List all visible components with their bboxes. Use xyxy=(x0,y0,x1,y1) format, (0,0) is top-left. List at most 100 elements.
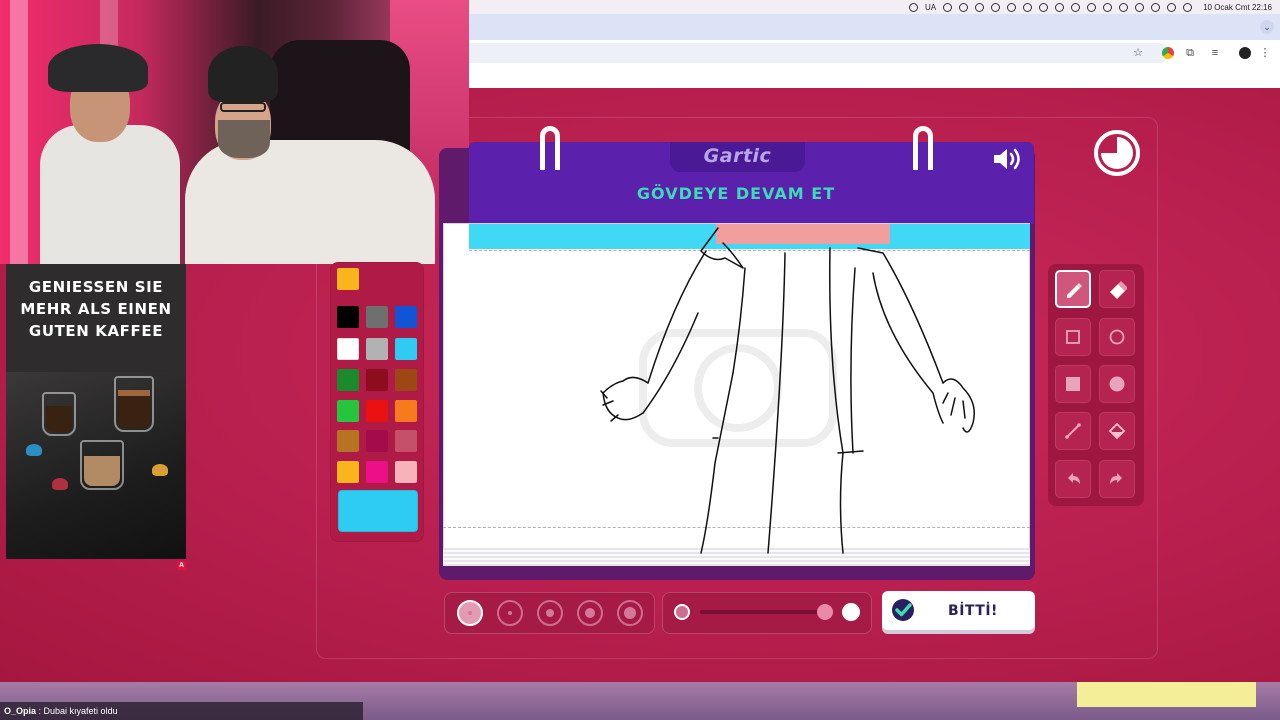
ellipse-tool[interactable] xyxy=(1099,318,1135,356)
filled-ellipse-tool[interactable] xyxy=(1099,365,1135,403)
brush-size-option[interactable] xyxy=(537,600,563,626)
status-icon[interactable] xyxy=(959,2,969,12)
brush-size-dot xyxy=(468,611,472,615)
browser-toolbar: ☆ ⧉ ≡ ⋮ xyxy=(469,40,1280,66)
bookmark-star-icon[interactable]: ☆ xyxy=(1132,47,1144,59)
circle-outline-icon xyxy=(1109,329,1125,345)
status-icon[interactable] xyxy=(1055,2,1065,12)
extensions-puzzle-icon[interactable]: ⧉ xyxy=(1184,47,1196,59)
status-icon[interactable] xyxy=(908,2,918,12)
streamer-right-beanie xyxy=(208,46,278,102)
color-swatch[interactable] xyxy=(337,400,359,422)
brush-size-option[interactable] xyxy=(497,600,523,626)
coffee-glass xyxy=(80,440,124,490)
color-swatch[interactable] xyxy=(395,338,417,360)
filled-circle-icon xyxy=(1109,376,1125,392)
undo-icon xyxy=(1068,473,1080,484)
color-swatch[interactable] xyxy=(395,400,417,422)
coffee-capsule xyxy=(52,478,68,490)
status-icon[interactable] xyxy=(1087,2,1097,12)
color-swatch[interactable] xyxy=(366,400,388,422)
control-center-icon[interactable] xyxy=(1167,2,1177,12)
siri-icon[interactable] xyxy=(1183,2,1193,12)
color-swatch[interactable] xyxy=(337,430,359,452)
opacity-min-icon xyxy=(674,604,690,620)
filled-rectangle-tool[interactable] xyxy=(1055,365,1091,403)
coffee-glass xyxy=(42,392,76,436)
round-timer-icon xyxy=(1094,130,1140,176)
redo-tool[interactable] xyxy=(1099,460,1135,498)
color-swatch[interactable] xyxy=(395,369,417,391)
opacity-max-icon xyxy=(842,603,860,621)
streamer-right-glasses xyxy=(220,102,266,112)
address-bar[interactable] xyxy=(469,43,1169,63)
rectangle-tool[interactable] xyxy=(1055,318,1091,356)
brush-size-dot xyxy=(624,607,636,619)
undo-tool[interactable] xyxy=(1055,460,1091,498)
brush-size-option[interactable] xyxy=(577,600,603,626)
coffee-capsule xyxy=(26,444,42,456)
rectangle-outline-icon xyxy=(1066,330,1080,344)
brush-size-option[interactable] xyxy=(617,600,643,626)
ad-headline: GENIESSEN SIE MEHR ALS EINEN GUTEN KAFFE… xyxy=(14,276,178,342)
color-swatch[interactable] xyxy=(366,338,388,360)
battery-icon[interactable] xyxy=(1103,2,1113,12)
fill-tool[interactable] xyxy=(1099,412,1135,450)
pencil-tool[interactable] xyxy=(1055,270,1091,308)
opacity-slider-handle[interactable] xyxy=(817,604,833,620)
color-swatch[interactable] xyxy=(366,369,388,391)
browser-content-top xyxy=(469,66,1280,88)
color-swatch[interactable] xyxy=(395,430,417,452)
profile-avatar-icon[interactable] xyxy=(1239,47,1251,59)
ad-headline-line: MEHR ALS EINEN xyxy=(20,300,172,318)
checkmark-icon xyxy=(892,599,914,621)
menubar-clock[interactable]: 10 Ocak Cmt 22:16 xyxy=(1203,3,1272,12)
notebook-ring xyxy=(913,126,933,170)
color-swatch[interactable] xyxy=(337,369,359,391)
color-swatch[interactable] xyxy=(337,306,359,328)
opacity-slider-track[interactable] xyxy=(700,610,830,614)
browser-menu-icon[interactable]: ⋮ xyxy=(1259,47,1271,59)
watermark-logo xyxy=(639,329,837,447)
line-tool[interactable] xyxy=(1055,412,1091,450)
input-source-label[interactable]: UA xyxy=(925,3,936,12)
wifi-icon[interactable] xyxy=(1119,2,1129,12)
volume-icon[interactable] xyxy=(1071,2,1081,12)
status-icon[interactable] xyxy=(1023,2,1033,12)
done-button-label: BİTTİ! xyxy=(948,602,998,619)
color-swatch[interactable] xyxy=(366,461,388,483)
sticky-note xyxy=(1077,682,1256,707)
streamer-right-beard xyxy=(218,120,270,158)
speaker-icon[interactable] xyxy=(992,146,1026,172)
color-swatch[interactable] xyxy=(337,461,359,483)
ad-headline-line: GUTEN KAFFEE xyxy=(28,322,164,340)
reading-list-icon[interactable]: ≡ xyxy=(1209,47,1221,59)
wall-light-stripe xyxy=(10,0,28,264)
chat-message: O_Opia : Dubai kıyafeti oldu xyxy=(0,702,363,720)
color-swatch[interactable] xyxy=(395,306,417,328)
status-icon[interactable] xyxy=(943,2,953,12)
coffee-capsule xyxy=(152,464,168,476)
color-swatch[interactable] xyxy=(366,430,388,452)
coffee-advertisement[interactable]: GENIESSEN SIE MEHR ALS EINEN GUTEN KAFFE… xyxy=(6,264,186,559)
color-swatch[interactable] xyxy=(395,461,417,483)
user-icon[interactable] xyxy=(1135,2,1145,12)
status-icon[interactable] xyxy=(991,2,1001,12)
color-swatch[interactable] xyxy=(337,338,359,360)
eraser-tool[interactable] xyxy=(1099,270,1135,308)
coffee-crema xyxy=(118,390,150,396)
status-icon[interactable] xyxy=(1039,2,1049,12)
brush-size-option[interactable] xyxy=(457,600,483,626)
webcam-overlay xyxy=(0,0,469,264)
search-icon[interactable] xyxy=(1151,2,1161,12)
tab-search-chevron-icon[interactable]: ⌄ xyxy=(1260,20,1274,34)
status-icon[interactable] xyxy=(975,2,985,12)
chat-username: O_Opia xyxy=(4,706,37,716)
coffee-liquid xyxy=(84,456,120,486)
bucket-icon xyxy=(1108,422,1126,440)
status-icon[interactable] xyxy=(1007,2,1017,12)
color-swatch[interactable] xyxy=(366,306,388,328)
done-button[interactable]: BİTTİ! xyxy=(882,591,1035,630)
extension-icon[interactable] xyxy=(1162,47,1174,59)
ad-badge: A xyxy=(177,561,186,570)
